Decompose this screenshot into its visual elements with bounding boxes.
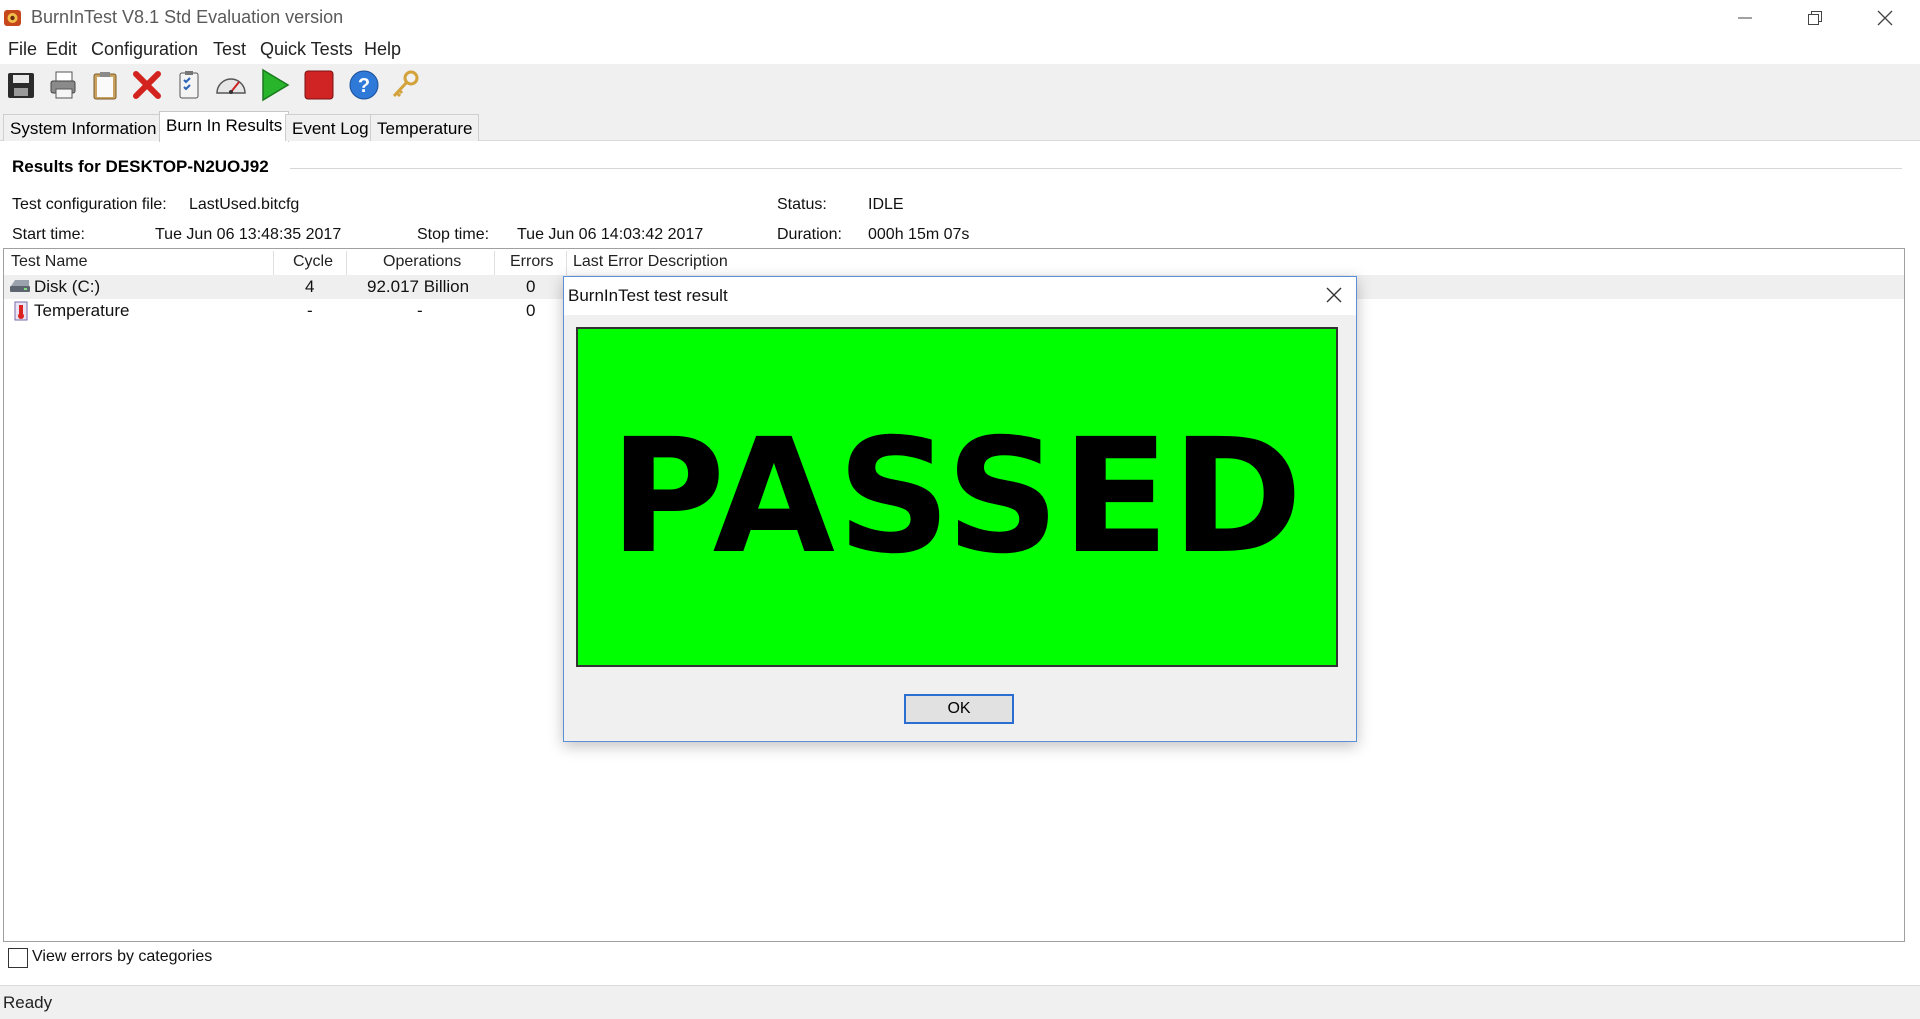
window-title: BurnInTest V8.1 Std Evaluation version bbox=[31, 7, 344, 27]
view-errors-checkbox-label[interactable]: View errors by categories bbox=[32, 948, 212, 966]
help-button[interactable]: ? bbox=[345, 68, 383, 106]
close-icon bbox=[1877, 10, 1893, 26]
tab-event-log[interactable]: Event Log bbox=[285, 114, 376, 141]
dialog-title: BurnInTest test result bbox=[568, 286, 728, 305]
column-header-cycle[interactable]: Cycle bbox=[293, 253, 333, 275]
menu-quick-tests[interactable]: Quick Tests bbox=[260, 39, 353, 60]
svg-text:?: ? bbox=[358, 75, 370, 97]
clipboard-icon bbox=[89, 69, 121, 106]
menu-test[interactable]: Test bbox=[213, 39, 246, 60]
key-icon bbox=[389, 69, 421, 106]
tab-burn-in-results[interactable]: Burn In Results bbox=[159, 111, 290, 142]
duration-label: Duration: bbox=[777, 226, 842, 243]
config-file-value: LastUsed.bitcfg bbox=[189, 196, 300, 213]
minimize-icon bbox=[1738, 17, 1752, 19]
close-window-button[interactable] bbox=[1850, 0, 1920, 36]
errors-value: 0 bbox=[526, 301, 536, 320]
restore-icon bbox=[1808, 11, 1822, 25]
view-errors-checkbox[interactable] bbox=[8, 948, 28, 968]
column-separator bbox=[273, 251, 274, 275]
save-icon bbox=[5, 69, 37, 106]
stop-time-value: Tue Jun 06 14:03:42 2017 bbox=[517, 226, 704, 243]
menu-file[interactable]: File bbox=[8, 39, 37, 60]
clipboard-button[interactable] bbox=[86, 68, 124, 106]
result-text: PASSED bbox=[609, 405, 1305, 589]
print-button[interactable] bbox=[44, 68, 82, 106]
burnintest-app-icon bbox=[2, 7, 24, 29]
cycle-value: - bbox=[307, 301, 313, 320]
tab-temperature[interactable]: Temperature bbox=[370, 114, 480, 141]
stop-time-label: Stop time: bbox=[417, 226, 490, 243]
start-time-label: Start time: bbox=[12, 226, 85, 243]
errors-value: 0 bbox=[526, 277, 536, 296]
help-icon: ? bbox=[348, 69, 380, 106]
test-result-dialog: BurnInTest test result PASSED OK bbox=[563, 276, 1357, 742]
column-header-test-name[interactable]: Test Name bbox=[11, 253, 87, 275]
duration-value: 000h 15m 07s bbox=[868, 226, 970, 243]
test-name: Disk (C:) bbox=[34, 277, 101, 296]
operations-value: - bbox=[417, 301, 423, 320]
column-header-operations[interactable]: Operations bbox=[383, 253, 461, 275]
cycle-value: 4 bbox=[305, 277, 315, 296]
tab-strip: System Information Burn In Results Event… bbox=[0, 111, 1920, 142]
duty-cycle-button[interactable] bbox=[212, 68, 250, 106]
start-test-button[interactable] bbox=[256, 68, 294, 106]
clear-results-button[interactable] bbox=[128, 68, 166, 106]
menu-help[interactable]: Help bbox=[364, 39, 401, 60]
dialog-title-bar: BurnInTest test result bbox=[564, 277, 1356, 315]
checklist-icon bbox=[173, 69, 205, 106]
test-checklist-button[interactable] bbox=[170, 68, 208, 106]
tab-system-information[interactable]: System Information bbox=[3, 114, 164, 141]
menu-configuration[interactable]: Configuration bbox=[91, 39, 198, 60]
results-title: Results for DESKTOP-N2UOJ92 bbox=[12, 157, 269, 176]
column-separator bbox=[566, 251, 567, 275]
status-bar: Ready bbox=[0, 985, 1920, 1019]
stop-icon bbox=[303, 69, 335, 106]
stop-test-button[interactable] bbox=[300, 68, 338, 106]
toolbar: ? bbox=[0, 64, 1920, 111]
config-file-label: Test configuration file: bbox=[12, 196, 167, 213]
delete-x-icon bbox=[131, 69, 163, 106]
disk-drive-icon bbox=[9, 277, 31, 300]
dialog-close-button[interactable] bbox=[1322, 285, 1346, 309]
menu-edit[interactable]: Edit bbox=[46, 39, 77, 60]
column-header-errors[interactable]: Errors bbox=[510, 253, 554, 275]
column-separator bbox=[494, 251, 495, 275]
minimize-button[interactable] bbox=[1710, 0, 1780, 36]
status-text: Ready bbox=[3, 993, 53, 1012]
menu-bar: File Edit Configuration Test Quick Tests… bbox=[0, 36, 1920, 64]
title-bar: BurnInTest V8.1 Std Evaluation version bbox=[0, 0, 1920, 36]
column-separator bbox=[346, 251, 347, 275]
operations-value: 92.017 Billion bbox=[367, 277, 470, 296]
play-icon bbox=[259, 68, 291, 107]
gauge-icon bbox=[214, 69, 248, 106]
test-name: Temperature bbox=[34, 301, 130, 320]
divider bbox=[290, 168, 1902, 169]
status-label: Status: bbox=[777, 196, 827, 213]
column-header-last-error-description[interactable]: Last Error Description bbox=[573, 253, 728, 275]
printer-icon bbox=[47, 69, 79, 106]
close-icon bbox=[1326, 287, 1342, 308]
key-button[interactable] bbox=[386, 68, 424, 106]
thermometer-icon bbox=[13, 301, 29, 326]
restore-button[interactable] bbox=[1780, 0, 1850, 36]
save-button[interactable] bbox=[2, 68, 40, 106]
status-value: IDLE bbox=[868, 196, 904, 213]
start-time-value: Tue Jun 06 13:48:35 2017 bbox=[155, 226, 342, 243]
ok-button[interactable]: OK bbox=[904, 694, 1014, 724]
result-banner: PASSED bbox=[576, 327, 1338, 667]
